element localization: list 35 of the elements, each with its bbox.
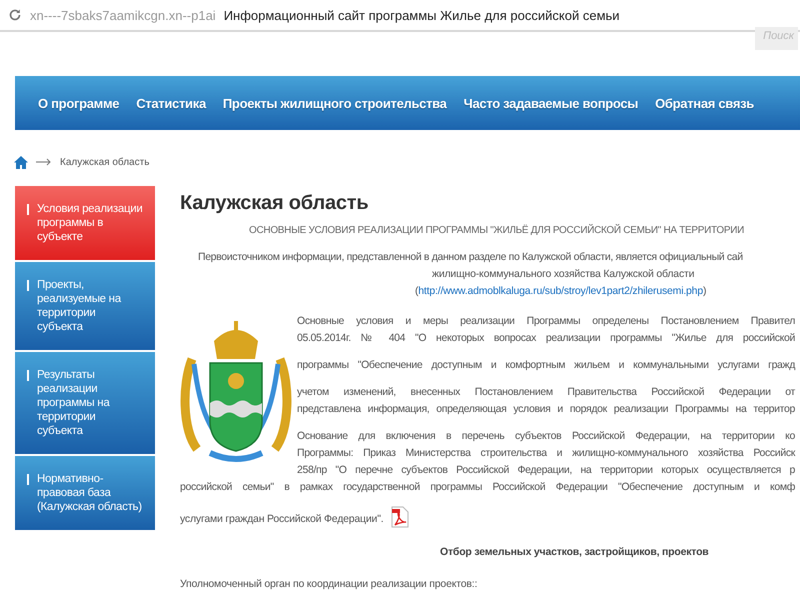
breadcrumb-item: Калужская область xyxy=(60,156,150,168)
paragraph-line: Программы: Приказ Министерства строительства и жилищно-коммунального хозяйства Российск xyxy=(296,446,795,461)
source-text: Первоисточником информации, представленной в данном разделе по Калужской области, является официальный сай xyxy=(197,250,744,265)
sidebar-item[interactable]: Проекты, реализуемые на территории субъекта xyxy=(15,262,155,350)
sidebar-item[interactable]: Результаты реализации программы на территории субъекта xyxy=(15,352,155,454)
paragraph-line: учетом изменений, внесенных Постановлением Правительства Российской Федерации от xyxy=(296,385,795,400)
home-icon[interactable] xyxy=(14,156,28,168)
section-title: ОСНОВНЫЕ УСЛОВИЯ РЕАЛИЗАЦИИ ПРОГРАММЫ "ЖИЛЬЁ ДЛЯ РОССИЙСКОЙ СЕМЬИ" НА ТЕРРИТОРИИ xyxy=(248,225,746,236)
pdf-icon[interactable] xyxy=(391,506,410,528)
paragraph-line: услугами граждан Российской Федерации". xyxy=(180,512,384,527)
sidebar-item[interactable]: Нормативно-правовая база (Калужская область) xyxy=(15,456,155,530)
paragraph-line: 05.05.2014г. № 404 "О некоторых вопросах реализации программы "Жилье для российской xyxy=(296,331,795,346)
nav-link[interactable]: Проекты жилищного строительства xyxy=(222,96,447,110)
page-heading: Калужская область xyxy=(180,192,370,215)
bracket-text: ) xyxy=(702,285,706,297)
arrow-icon xyxy=(36,158,52,166)
paragraph-line: Основание для включения в перечень субъектов Российской Федерации, на территории ко xyxy=(296,429,795,444)
bracket-text: ( xyxy=(415,285,418,297)
paragraph-line: Уполномоченный орган по координации реализации проектов:: xyxy=(180,578,478,590)
reload-icon[interactable] xyxy=(8,8,22,22)
nav-link[interactable]: Часто задаваемые вопросы xyxy=(464,96,638,110)
nav-link[interactable]: Статистика xyxy=(136,96,206,110)
page-title: Информационный сайт программы Жилье для российской семьи xyxy=(224,8,620,22)
nav-link[interactable]: О программе xyxy=(38,96,120,110)
paragraph-line: программы "Обеспечение доступным и комфортным жильем и коммунальными услугами гражд xyxy=(296,358,795,373)
paragraph-line: представлена информация, определяющая условия и порядок реализации Программы на территор xyxy=(296,402,795,417)
paragraph-line: 258/пр "О перечне субъектов Российской Федерации, на территории которых осуществляется р xyxy=(296,463,795,478)
sidebar-item[interactable]: Условия реализации программы в субъекте xyxy=(15,186,155,260)
source-text: жилищно-коммунального хозяйства Калужской области xyxy=(431,267,696,282)
section-heading: Отбор земельных участков, застройщиков, проектов xyxy=(439,546,710,558)
paragraph-line: Основные условия и меры реализации Программы определены Постановлением Правител xyxy=(296,314,795,329)
paragraph-line: российской семьи" в рамках государственной программы Российской Федерации "Обеспечение доступным и комф xyxy=(180,480,795,495)
nav-link[interactable]: Обратная связь xyxy=(655,96,754,110)
url-text[interactable]: xn----7sbaks7aamikcgn.xn--p1ai xyxy=(30,8,216,22)
source-link[interactable]: http://www.admoblkaluga.ru/sub/stroy/lev1part2/zhilerusemi.php xyxy=(418,285,703,297)
